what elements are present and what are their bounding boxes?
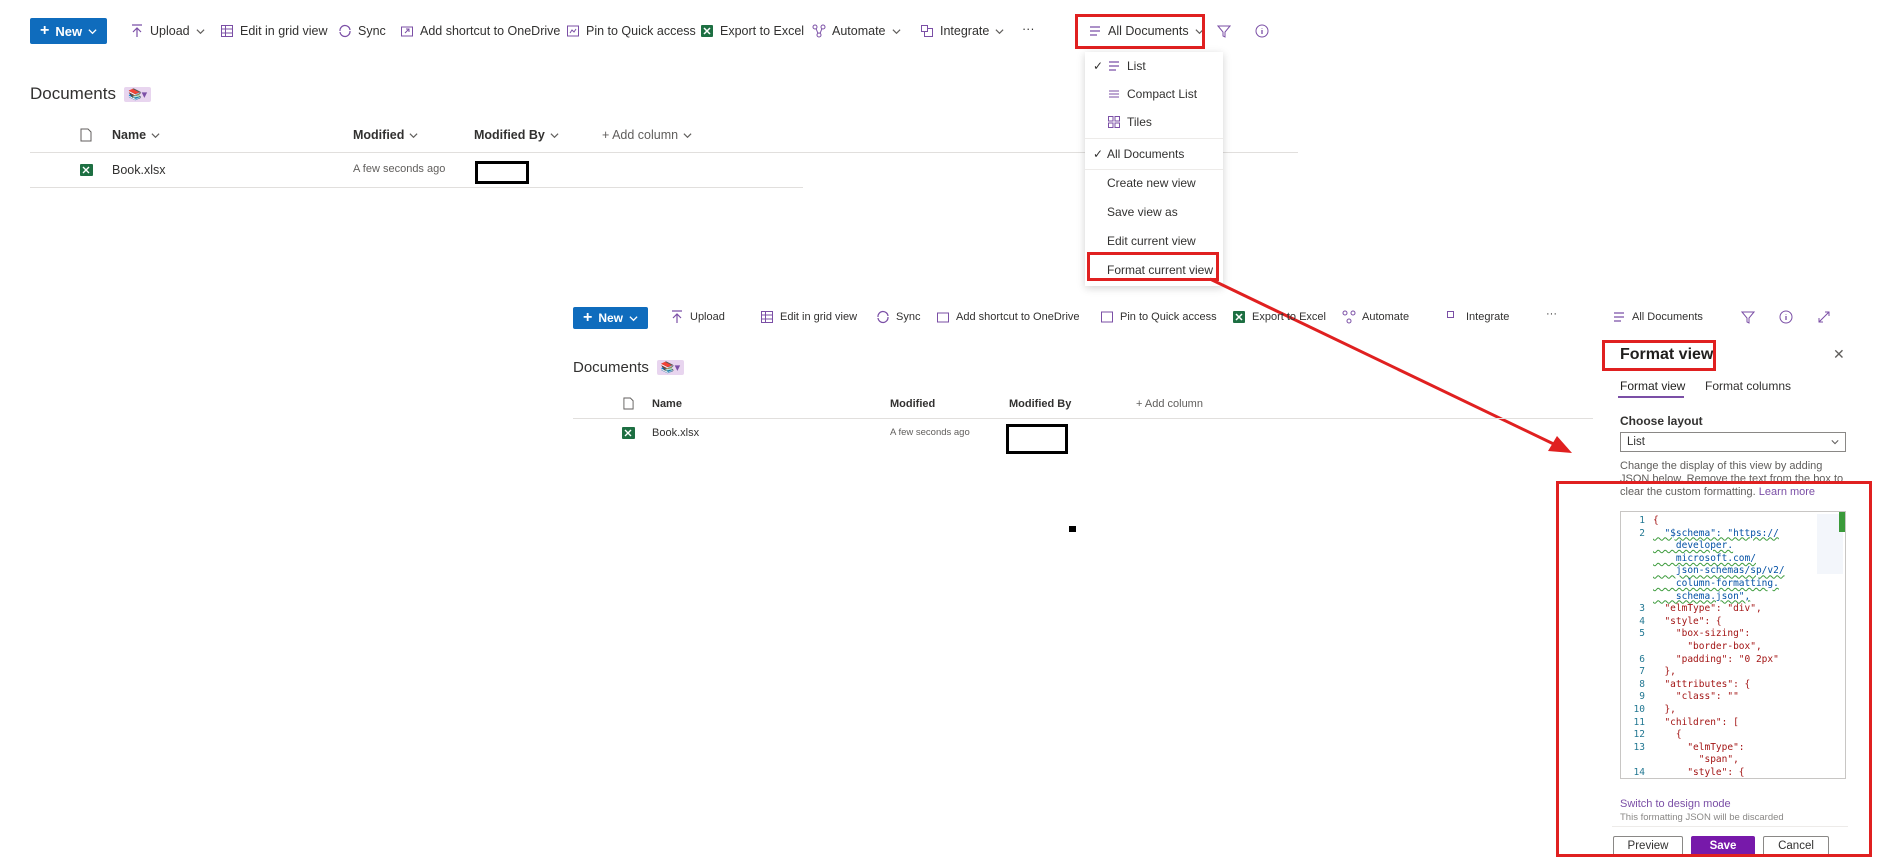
- line-number: 5: [1639, 628, 1645, 640]
- footer-divider: [1612, 826, 1848, 827]
- discard-note: This formatting JSON will be discarded: [1620, 812, 1784, 823]
- file-name-link-2[interactable]: Book.xlsx: [652, 427, 699, 439]
- excel-icon: [1233, 311, 1245, 323]
- plus-icon: +: [583, 309, 593, 326]
- choose-layout-label: Choose layout: [1620, 414, 1703, 428]
- tab-format-columns[interactable]: Format columns: [1705, 379, 1791, 393]
- expand-icon: [1818, 311, 1830, 323]
- line-number: 1: [1639, 515, 1645, 526]
- line-number: 13: [1633, 741, 1645, 753]
- shortcut-icon: [937, 312, 949, 323]
- line-number: 14: [1633, 767, 1645, 778]
- file-type-icon: [623, 397, 634, 410]
- library-icon[interactable]: 📚▾: [656, 360, 685, 375]
- line-number: 7: [1639, 666, 1645, 678]
- editor-scrollbar[interactable]: [1839, 512, 1845, 532]
- preview-button[interactable]: Preview: [1613, 836, 1683, 856]
- code-line: schema.json",: [1653, 590, 1751, 602]
- sync-button-2[interactable]: Sync: [876, 310, 920, 324]
- more-button-2[interactable]: ···: [1546, 308, 1557, 320]
- json-code-editor[interactable]: 1 {2 "$schema": "https:// developer. micr…: [1620, 511, 1846, 779]
- header-divider-2: [573, 418, 1593, 419]
- code-line: column-formatting.: [1653, 578, 1779, 589]
- integrate-button-2[interactable]: Integrate: [1446, 310, 1509, 324]
- code-line: microsoft.com/: [1653, 552, 1756, 564]
- modified-value-2: A few seconds ago: [890, 427, 970, 438]
- active-tab-indicator: [1618, 396, 1684, 398]
- new-button-2[interactable]: + New: [573, 307, 649, 329]
- pin-quick-access-button-2[interactable]: Pin to Quick access: [1100, 310, 1217, 324]
- layout-description: Change the display of this view by addin…: [1620, 460, 1844, 498]
- chevron-down-icon: [629, 315, 638, 321]
- automate-icon: [1342, 310, 1356, 324]
- line-number: 8: [1639, 678, 1645, 690]
- view-selector-button-2[interactable]: All Documents: [1612, 310, 1703, 324]
- code-line: "class": "": [1653, 691, 1739, 703]
- export-excel-button-2[interactable]: Export to Excel: [1232, 310, 1326, 324]
- save-button[interactable]: Save: [1691, 836, 1755, 856]
- integrate-icon: [1447, 311, 1454, 318]
- grid-icon: [761, 311, 773, 323]
- code-line: "box-sizing":: [1653, 628, 1751, 640]
- line-number: 6: [1639, 653, 1645, 665]
- info-button-2[interactable]: [1779, 310, 1793, 324]
- code-line: "padding": "0 2px": [1653, 653, 1779, 665]
- column-header-modified-2[interactable]: Modified: [890, 398, 935, 410]
- line-number: 3: [1639, 603, 1645, 615]
- add-column-button-2[interactable]: + Add column: [1136, 398, 1203, 410]
- expand-button[interactable]: [1817, 310, 1831, 324]
- code-line: "style": {: [1653, 615, 1722, 627]
- line-number: 9: [1639, 691, 1645, 703]
- code-line: },: [1653, 704, 1676, 715]
- redacted-user-2: [1006, 424, 1068, 454]
- line-number: 4: [1639, 615, 1645, 627]
- automate-button-2[interactable]: Automate: [1342, 310, 1409, 324]
- code-line: developer.: [1653, 540, 1734, 552]
- pin-icon: [1101, 311, 1113, 323]
- code-line: "style": {: [1653, 767, 1745, 778]
- pane-title: Format view: [1620, 346, 1714, 363]
- column-header-name-2[interactable]: Name: [652, 398, 682, 410]
- line-number: 12: [1633, 729, 1645, 741]
- tab-format-view[interactable]: Format view: [1620, 379, 1685, 393]
- code-line: {: [1653, 729, 1682, 741]
- code-line: "border-box",: [1653, 641, 1762, 652]
- code-line: "children": [: [1653, 716, 1739, 728]
- code-line: },: [1653, 666, 1676, 678]
- add-shortcut-button-2[interactable]: Add shortcut to OneDrive: [936, 310, 1080, 324]
- upload-icon: [672, 310, 682, 323]
- filter-icon: [1741, 311, 1755, 324]
- line-number: 11: [1633, 716, 1645, 728]
- line-number: 10: [1633, 704, 1645, 715]
- list-icon: [1614, 312, 1624, 322]
- excel-file-icon: [622, 427, 635, 439]
- code-line: "attributes": {: [1653, 678, 1751, 690]
- column-header-modified-by-2[interactable]: Modified By: [1009, 398, 1071, 410]
- info-icon: [1779, 310, 1793, 324]
- stray-dot: [1069, 526, 1076, 532]
- code-line: "$schema": "https://: [1653, 527, 1779, 539]
- library-title-2: Documents 📚▾: [573, 359, 685, 376]
- layout-select[interactable]: List: [1620, 432, 1846, 452]
- sync-icon: [877, 310, 889, 324]
- switch-design-mode-link[interactable]: Switch to design mode: [1620, 798, 1731, 810]
- code-line: "elmType":: [1653, 741, 1745, 753]
- code-line: "span",: [1653, 754, 1739, 766]
- close-icon[interactable]: ✕: [1833, 346, 1845, 363]
- upload-button-2[interactable]: Upload: [670, 310, 725, 324]
- line-number: 2: [1639, 527, 1645, 539]
- learn-more-link[interactable]: Learn more: [1759, 486, 1815, 498]
- chevron-down-icon: [1831, 440, 1839, 445]
- code-line: json-schemas/sp/v2/: [1653, 565, 1785, 577]
- filter-button-2[interactable]: [1741, 310, 1755, 324]
- edit-grid-button-2[interactable]: Edit in grid view: [760, 310, 857, 324]
- code-line: {: [1653, 515, 1659, 526]
- cancel-button[interactable]: Cancel: [1763, 836, 1829, 856]
- code-line: "elmType": "div",: [1653, 603, 1762, 615]
